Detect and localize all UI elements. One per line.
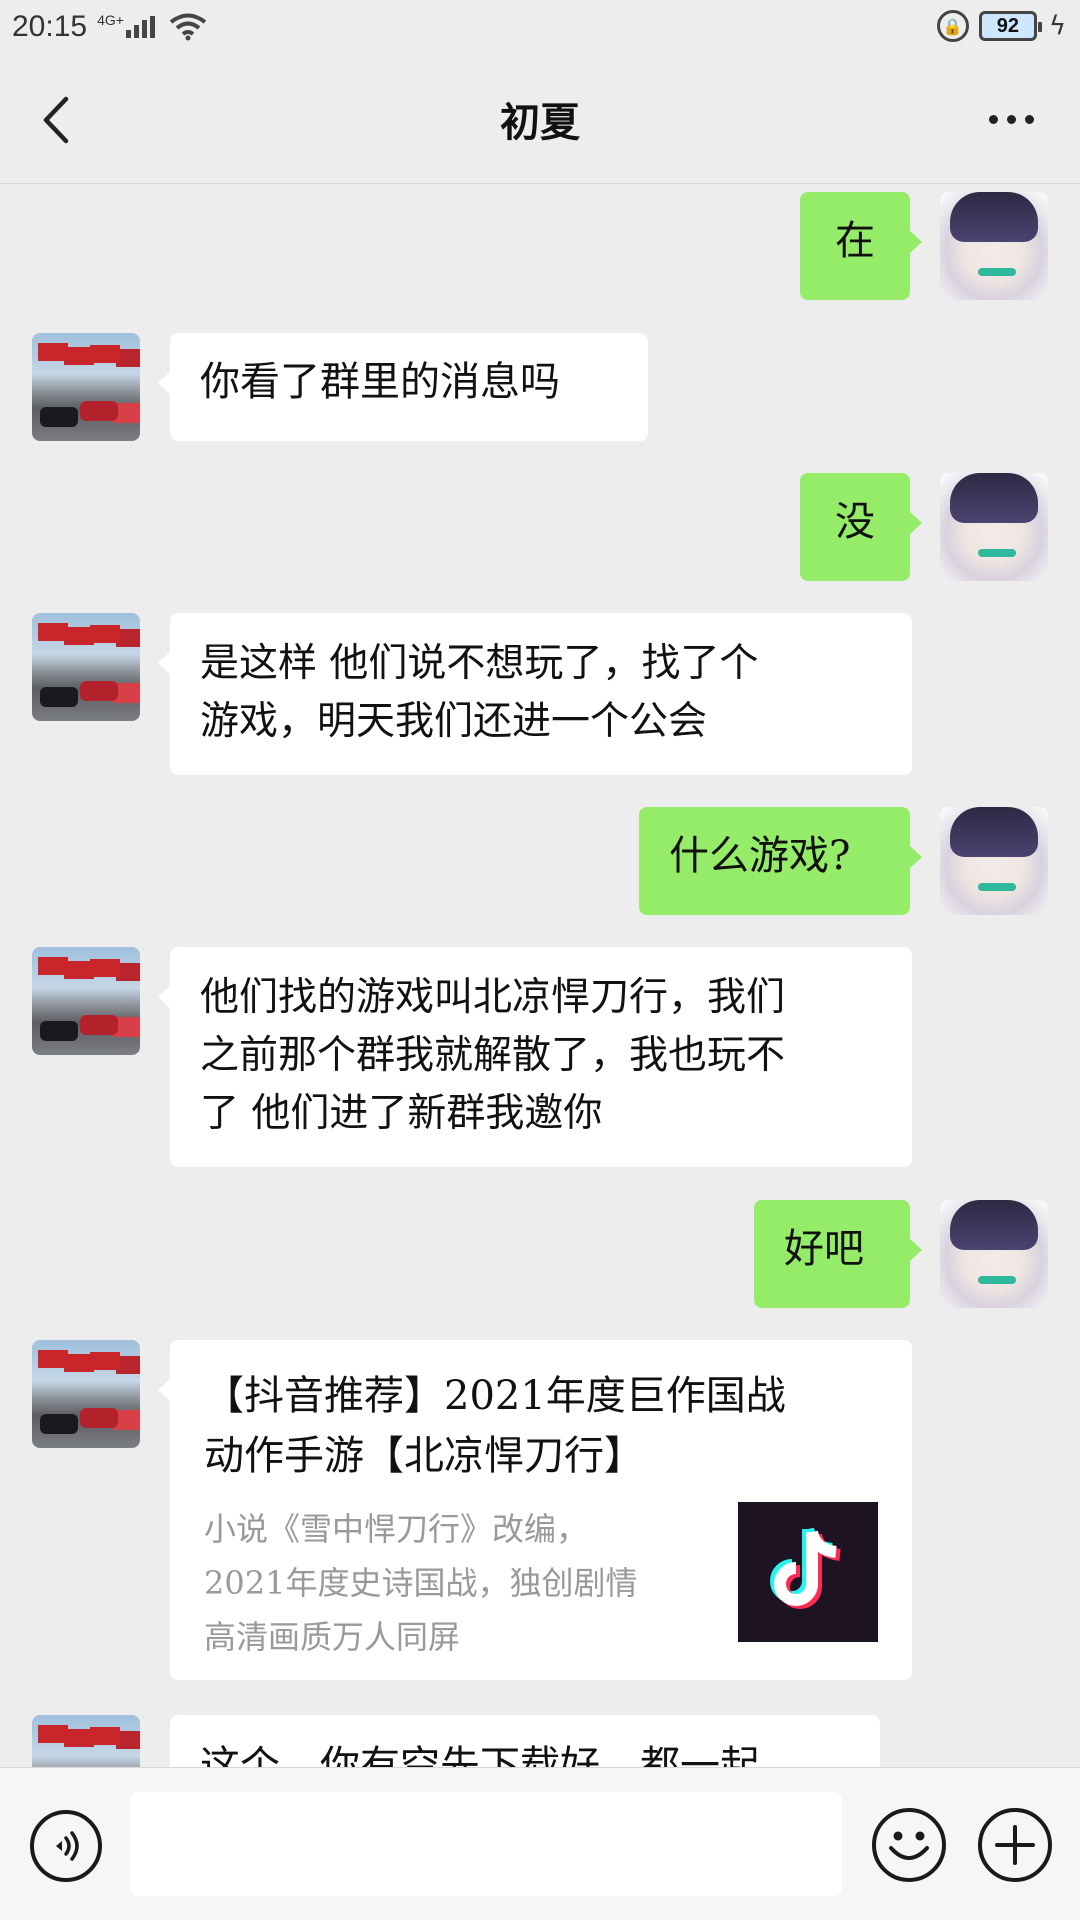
message-text: 什么游戏? [669,833,851,879]
my-avatar[interactable] [940,192,1048,300]
plus-button[interactable] [978,1808,1052,1882]
incoming-message[interactable]: 是这样 他们说不想玩了，找了个 游戏，明天我们还进一个公会 [158,613,912,775]
chat-area[interactable]: 在 你看了群里的消息吗 没 是这样 他们说不想玩了，找了个 游戏，明天我们还进一… [0,185,1080,1767]
my-avatar[interactable] [940,473,1048,581]
incoming-message[interactable]: 他们找的游戏叫北凉悍刀行，我们 之前那个群我就解散了，我也玩不 了 他们进了新群… [158,947,912,1167]
status-bar: 20:15 4G+ 🔒 92 ϟ [0,0,1080,54]
link-card[interactable]: 【抖音推荐】2021年度巨作国战 动作手游【北凉悍刀行】 小说《雪中悍刀行》改编… [158,1340,912,1680]
chat-title: 初夏 [500,98,580,146]
emoji-icon [889,1831,929,1860]
outgoing-message[interactable]: 在 [800,192,922,300]
battery-icon: 92 [978,11,1042,41]
wifi-icon [169,13,207,41]
message-text: 好吧 [784,1226,864,1272]
battery-level: 92 [996,14,1019,37]
contact-avatar[interactable] [32,333,140,441]
message-text: 这个，你有空先下载好，都一起 [200,1743,760,1767]
input-bar [0,1767,1080,1920]
message-text: 在 [835,218,875,264]
tiktok-logo-icon [770,1527,841,1609]
message-line: 他们找的游戏叫北凉悍刀行，我们 [200,975,786,1020]
contact-avatar[interactable] [32,1340,140,1448]
more-horizontal-icon [988,114,998,124]
charging-icon: ϟ [1048,11,1066,41]
message-text: 没 [835,499,875,545]
my-avatar[interactable] [940,1200,1048,1308]
status-right: 🔒 92 ϟ [936,10,1066,42]
message-line: 是这样 他们说不想玩了，找了个 [200,641,759,686]
contact-avatar[interactable] [32,1715,140,1767]
incoming-message[interactable]: 你看了群里的消息吗 [158,333,648,441]
outgoing-message[interactable]: 没 [800,473,922,581]
message-text: 你看了群里的消息吗 [200,359,560,405]
voice-button[interactable] [30,1810,102,1882]
back-button[interactable] [30,90,80,150]
plus-circle-icon [995,1825,1035,1865]
more-button[interactable] [976,94,1046,144]
my-avatar[interactable] [940,807,1048,915]
link-card-thumbnail [738,1502,878,1642]
outgoing-message[interactable]: 什么游戏? [639,807,922,915]
chevron-left-icon [43,96,69,144]
message-line: 之前那个群我就解散了，我也玩不 [200,1033,786,1078]
emoji-button[interactable] [872,1808,946,1882]
signal-icon [125,16,155,38]
link-card-title: 【抖音推荐】2021年度巨作国战 动作手游【北凉悍刀行】 [204,1373,786,1479]
status-time: 20:15 [12,10,88,43]
message-input[interactable] [130,1792,842,1896]
contact-avatar[interactable] [32,947,140,1055]
message-line: 了 他们进了新群我邀你 [200,1091,603,1136]
link-card-description: 小说《雪中悍刀行》改编， 2021年度史诗国战，独创剧情 高清画质万人同屏 [204,1510,638,1656]
nav-bar: 初夏 [0,54,1080,184]
contact-avatar[interactable] [32,613,140,721]
voice-icon [56,1831,79,1861]
rotation-lock-icon: 🔒 [936,10,969,42]
incoming-message[interactable]: 这个，你有空先下载好，都一起 [170,1715,880,1767]
outgoing-message[interactable]: 好吧 [754,1200,922,1308]
network-type: 4G+ [97,12,124,28]
message-line: 游戏，明天我们还进一个公会 [200,699,708,744]
